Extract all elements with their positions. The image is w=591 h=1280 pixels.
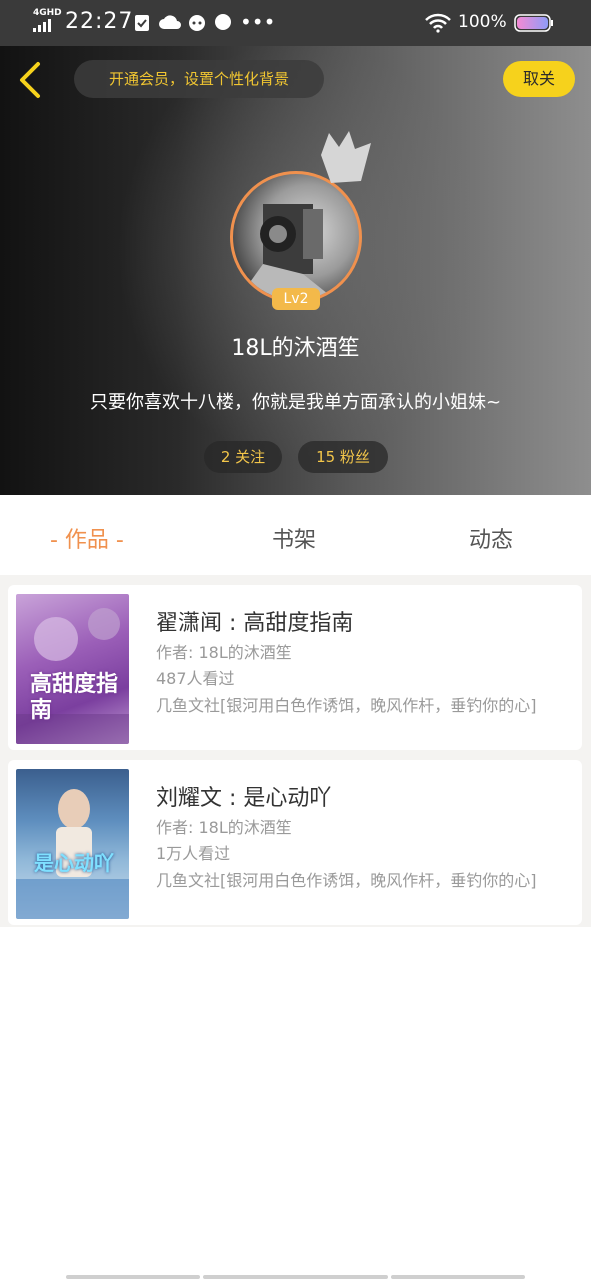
tab-works[interactable]: - 作品 - xyxy=(50,522,124,554)
cat-app-icon xyxy=(189,15,205,31)
wifi-icon xyxy=(425,13,451,33)
jovi-icon xyxy=(215,14,231,30)
tab-activity[interactable]: 动态 xyxy=(469,522,513,554)
signal-icon xyxy=(33,19,51,32)
battery-icon xyxy=(514,14,553,32)
book-views: 1万人看过 xyxy=(156,844,231,863)
book-cover-image[interactable]: 高甜度指南 xyxy=(16,594,129,744)
more-notifications-icon: ••• xyxy=(240,10,276,34)
book-author: 作者: 18L的沐酒笙 xyxy=(156,643,292,662)
book-cover-title: 是心动吖 xyxy=(34,851,114,875)
following-count[interactable]: 2 关注 xyxy=(204,441,282,473)
crown-icon xyxy=(321,131,371,183)
nav-gesture-right[interactable] xyxy=(391,1275,525,1279)
book-cover-image[interactable]: 是心动吖 xyxy=(16,769,129,919)
book-views: 487人看过 xyxy=(156,669,235,688)
tab-bookshelf[interactable]: 书架 xyxy=(272,522,316,554)
book-title[interactable]: 翟潇闻 : 高甜度指南 xyxy=(156,605,353,637)
book-cover-title: 高甜度指南 xyxy=(30,672,119,723)
cloud-icon xyxy=(159,15,181,29)
level-badge: Lv2 xyxy=(272,288,320,310)
user-signature: 只要你喜欢十八楼，你就是我单方面承认的小姐妹~ xyxy=(89,392,502,413)
nav-gesture-left[interactable] xyxy=(66,1275,200,1279)
unfollow-button[interactable]: 取关 xyxy=(503,61,575,97)
clipboard-icon xyxy=(135,15,149,31)
status-time: 22:27 xyxy=(65,9,134,34)
nav-gesture-home[interactable] xyxy=(203,1275,388,1279)
back-button[interactable] xyxy=(14,60,48,100)
book-description: 几鱼文社[银河用白色作诱饵，晚风作杆，垂钓你的心] xyxy=(156,696,537,715)
network-indicator: 4GHD xyxy=(33,8,62,18)
book-author: 作者: 18L的沐酒笙 xyxy=(156,818,292,837)
followers-count[interactable]: 15 粉丝 xyxy=(298,441,388,473)
battery-percent: 100% xyxy=(458,12,507,32)
avatar[interactable] xyxy=(230,171,362,303)
vip-background-prompt[interactable]: 开通会员，设置个性化背景 xyxy=(74,60,324,98)
username: 18L的沐酒笙 xyxy=(231,336,360,361)
book-description: 几鱼文社[银河用白色作诱饵，晚风作杆，垂钓你的心] xyxy=(156,871,537,890)
book-title[interactable]: 刘耀文 : 是心动吖 xyxy=(156,780,331,812)
